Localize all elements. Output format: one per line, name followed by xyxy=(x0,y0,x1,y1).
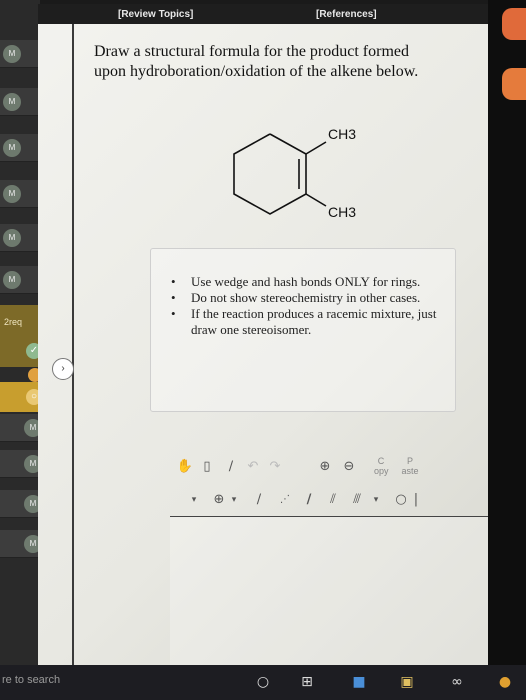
store-icon[interactable]: ▣ xyxy=(398,674,416,690)
question-item-active[interactable]: 2req ✓ xyxy=(0,305,42,367)
undo-icon[interactable]: ↶ xyxy=(244,456,262,478)
cortana-icon[interactable]: ○ xyxy=(254,674,272,690)
side-tab-button[interactable] xyxy=(502,8,526,40)
collapse-toggle-button[interactable]: › xyxy=(52,358,74,380)
copy-label: C xyxy=(377,456,385,466)
infinity-app-icon[interactable]: ∞ xyxy=(448,674,466,690)
copy-sub-label: opy xyxy=(374,466,389,476)
triple-bond-icon[interactable]: ⫻ xyxy=(348,489,366,511)
chain-icon[interactable]: | xyxy=(412,489,420,511)
zoom-out-icon[interactable]: ⊖ xyxy=(340,456,358,478)
dropdown-arrow-icon[interactable]: ▾ xyxy=(370,489,382,511)
alkene-structure: CH3 CH3 xyxy=(228,122,388,232)
instruction-item: Do not show stereochemistry in other cas… xyxy=(171,290,453,306)
question-item[interactable]: M xyxy=(0,490,42,518)
taskbar-search-input[interactable]: re to search xyxy=(2,674,60,686)
question-badge: M xyxy=(3,229,21,247)
instruction-item: If the reaction produces a racemic mixtu… xyxy=(171,306,453,338)
question-item[interactable]: M xyxy=(0,180,40,208)
question-item[interactable]: M xyxy=(0,224,40,252)
hand-icon[interactable]: ✋ xyxy=(176,456,194,478)
question-panel: [Review Topics] [References] Draw a stru… xyxy=(38,4,506,666)
question-item[interactable]: M xyxy=(0,450,42,478)
wedge-bond-icon[interactable]: ∕ xyxy=(300,489,318,511)
question-badge: M xyxy=(3,185,21,203)
question-badge: M xyxy=(3,139,21,157)
task-view-icon[interactable]: ⊞ xyxy=(298,674,316,690)
right-window-edge xyxy=(488,0,526,665)
question-item[interactable]: M xyxy=(0,88,40,116)
dropdown-arrow-icon[interactable]: ▾ xyxy=(188,489,200,511)
pencil-icon[interactable]: ∕ xyxy=(222,456,240,478)
panel-header: [Review Topics] [References] xyxy=(38,4,488,24)
app-icon[interactable]: ● xyxy=(496,674,514,690)
drawing-canvas[interactable] xyxy=(170,516,506,666)
question-item[interactable]: M xyxy=(0,40,40,68)
os-taskbar: re to search ○ ⊞ ■ ▣ ∞ ● xyxy=(0,665,526,700)
review-topics-link[interactable]: [Review Topics] xyxy=(118,9,193,20)
side-tab-button[interactable] xyxy=(502,68,526,100)
paste-label: P xyxy=(406,456,413,466)
question-item[interactable]: M xyxy=(0,134,40,162)
question-item[interactable]: M xyxy=(0,266,40,294)
zoom-in-icon[interactable]: ⊕ xyxy=(316,456,334,478)
question-rail: M M M M M M 2req ✓ ○ M M M M xyxy=(0,0,42,665)
browser-icon[interactable]: ■ xyxy=(350,674,368,690)
question-badge: M xyxy=(3,271,21,289)
copy-button[interactable]: C opy xyxy=(374,456,389,478)
paste-button[interactable]: P aste xyxy=(400,456,420,478)
question-active-label: 2req xyxy=(4,317,23,327)
question-item-current[interactable]: ○ xyxy=(0,382,42,412)
question-item[interactable]: M xyxy=(0,530,42,558)
paste-sub-label: aste xyxy=(401,466,419,476)
instructions-box: Use wedge and hash bonds ONLY for rings.… xyxy=(150,248,456,412)
single-bond-icon[interactable]: ∕ xyxy=(250,489,268,511)
methyl-label-bottom: CH3 xyxy=(328,204,357,220)
instruction-item: Use wedge and hash bonds ONLY for rings. xyxy=(171,274,453,290)
ring-icon[interactable]: ○ xyxy=(392,489,410,511)
panel-divider xyxy=(72,24,74,666)
double-bond-icon[interactable]: ⫽ xyxy=(324,489,342,511)
instructions-list: Use wedge and hash bonds ONLY for rings.… xyxy=(171,274,453,338)
drawing-toolbar-bottom: ▾ ⊕ ▾ ∕ ⋰ ∕ ⫽ ⫻ ▾ ○ | xyxy=(188,489,458,511)
dropdown-arrow-icon[interactable]: ▾ xyxy=(228,489,240,511)
question-prompt: Draw a structural formula for the produc… xyxy=(94,43,419,80)
question-item[interactable]: M xyxy=(0,414,42,442)
charge-plus-icon[interactable]: ⊕ xyxy=(210,489,228,511)
cyclohexene-ring xyxy=(233,133,327,215)
drawing-toolbar-top: ✋ ▯ ∕ ↶ ↷ ⊕ ⊖ C opy P aste xyxy=(176,456,446,478)
question-badge: M xyxy=(3,45,21,63)
references-link[interactable]: [References] xyxy=(316,9,377,20)
question-badge: M xyxy=(3,93,21,111)
erase-icon[interactable]: ▯ xyxy=(198,456,216,478)
redo-icon[interactable]: ↷ xyxy=(266,456,284,478)
hash-bond-icon[interactable]: ⋰ xyxy=(276,489,294,511)
methyl-label-top: CH3 xyxy=(328,126,357,142)
